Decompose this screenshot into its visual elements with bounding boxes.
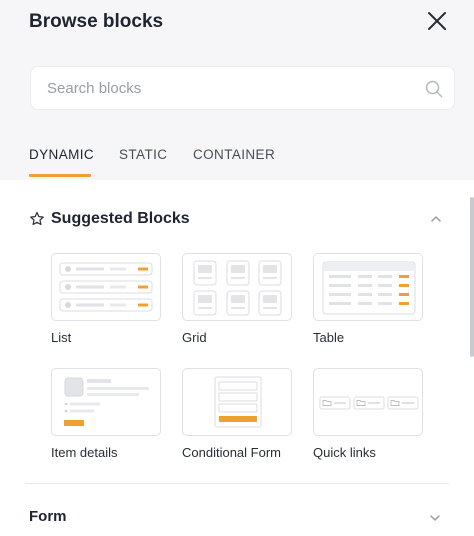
active-tab-indicator [29, 174, 91, 177]
search-icon[interactable] [424, 79, 444, 99]
block-card-conditional-form[interactable] [182, 368, 292, 436]
tab-container[interactable]: CONTAINER [193, 147, 275, 162]
section-title-form[interactable]: Form [29, 508, 67, 525]
section-divider [25, 483, 449, 484]
search-input[interactable] [47, 67, 407, 109]
scrollbar[interactable] [470, 197, 474, 357]
search-box [30, 66, 455, 110]
block-label-grid: Grid [182, 330, 207, 345]
conditional-form-preview-icon [214, 376, 262, 428]
chevron-down-icon[interactable] [428, 511, 442, 525]
chevron-up-icon[interactable] [429, 212, 443, 226]
tab-static[interactable]: STATIC [119, 147, 167, 162]
close-button[interactable] [424, 8, 450, 34]
block-label-list: List [51, 330, 72, 345]
header-area: Browse blocks DYNAMIC STATIC CONTAINER [0, 0, 474, 180]
block-label-item-details: Item details [51, 445, 118, 460]
block-label-quick-links: Quick links [313, 445, 376, 460]
section-title: Suggested Blocks [51, 210, 190, 227]
tab-dynamic[interactable]: DYNAMIC [29, 147, 94, 162]
star-icon [30, 211, 44, 226]
block-card-list[interactable] [51, 253, 161, 321]
block-card-item-details[interactable] [51, 368, 161, 436]
block-card-table[interactable] [313, 253, 423, 321]
grid-preview-icon [193, 260, 282, 316]
table-preview-icon [322, 261, 416, 315]
block-card-grid[interactable] [182, 253, 292, 321]
block-label-table: Table [313, 330, 345, 345]
close-icon [428, 12, 446, 30]
block-card-quick-links[interactable] [313, 368, 423, 436]
list-preview-icon [59, 262, 153, 312]
section-header-suggested[interactable]: Suggested Blocks [29, 208, 449, 234]
quick-links-preview-icon [319, 396, 419, 410]
item-details-preview-icon [64, 377, 149, 426]
block-label-conditional-form: Conditional Form [182, 445, 281, 460]
page-title: Browse blocks [29, 11, 164, 32]
